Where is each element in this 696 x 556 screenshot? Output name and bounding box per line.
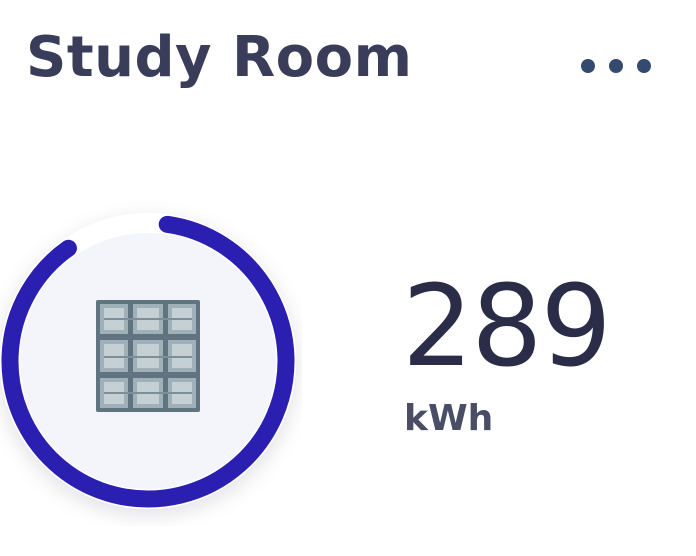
energy-value: 289 (402, 262, 612, 392)
energy-gauge (0, 196, 302, 526)
more-options-button[interactable] (570, 48, 662, 84)
radiator-icon (96, 300, 200, 412)
energy-card: Study Room 289 kWh (0, 0, 696, 556)
card-title: Study Room (26, 25, 413, 90)
energy-unit: kWh (404, 398, 494, 439)
more-horizontal-icon (581, 59, 651, 73)
